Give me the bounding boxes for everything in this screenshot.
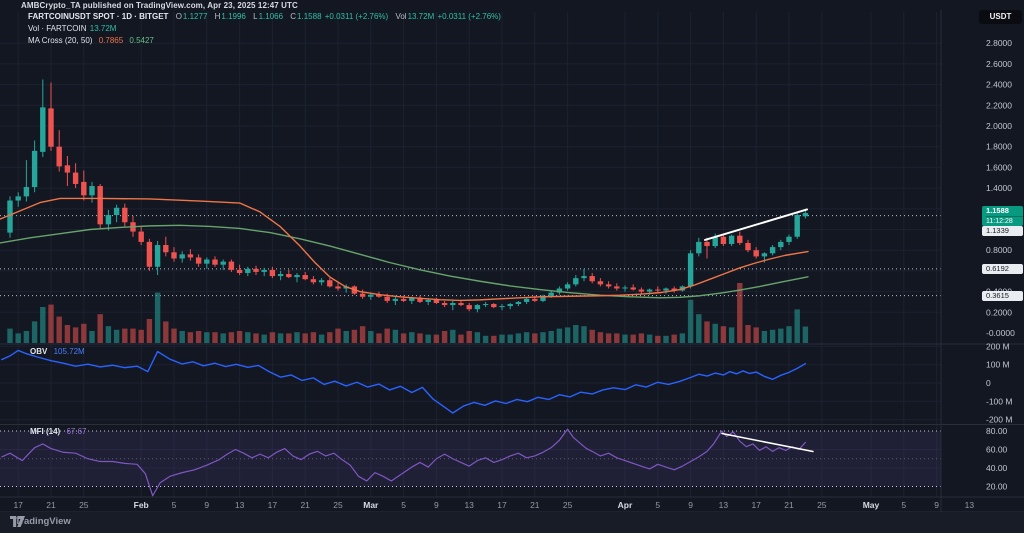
svg-text:2.4000: 2.4000	[986, 80, 1012, 90]
bar-countdown: 11:12:28	[986, 216, 1023, 227]
tradingview-chart-window: 2.8000 2.6000 2.4000 2.2000 2.0000 1.8000 1.60…	[0, 0, 1024, 533]
svg-text:9: 9	[434, 500, 439, 510]
footer-strip	[0, 512, 1024, 533]
svg-text:25: 25	[333, 500, 343, 510]
publish-text: AMBCrypto_TA published on TradingView.co…	[21, 1, 298, 10]
open-label: O	[176, 12, 182, 21]
svg-text:2.2000: 2.2000	[986, 100, 1012, 110]
currency-label: USDT	[990, 12, 1012, 21]
svg-text:40.00: 40.00	[986, 463, 1008, 473]
svg-text:2.8000: 2.8000	[986, 38, 1012, 48]
svg-text:0.2000: 0.2000	[986, 307, 1012, 317]
svg-text:17: 17	[13, 500, 23, 510]
svg-text:0: 0	[986, 378, 991, 388]
open-value: 1.1277	[183, 12, 207, 21]
svg-text:Feb: Feb	[134, 500, 149, 510]
change-value-2: +0.0311 (+2.76%)	[437, 12, 500, 21]
volume-indicator-value: 13.72M	[90, 24, 117, 33]
obv-legend-row[interactable]: OBV 105.72M	[30, 347, 85, 356]
svg-text:9: 9	[934, 500, 939, 510]
svg-text:60.00: 60.00	[986, 445, 1008, 455]
svg-text:13: 13	[719, 500, 729, 510]
svg-text:1.4000: 1.4000	[986, 183, 1012, 193]
low-label: L	[253, 12, 257, 21]
svg-text:-100 M: -100 M	[986, 396, 1012, 406]
chart-canvas[interactable]: 2.8000 2.6000 2.4000 2.2000 2.0000 1.8000 1.60…	[0, 0, 1024, 533]
high-value: 1.1996	[221, 12, 245, 21]
svg-text:21: 21	[784, 500, 794, 510]
svg-text:13: 13	[235, 500, 245, 510]
svg-text:21: 21	[46, 500, 56, 510]
svg-text:9: 9	[204, 500, 209, 510]
volume-value: 13.72M	[408, 12, 435, 21]
svg-text:200 M: 200 M	[986, 341, 1010, 351]
svg-text:-0.0000: -0.0000	[986, 328, 1015, 338]
price-line-badge-2: 0.6192	[982, 264, 1023, 274]
svg-text:1.6000: 1.6000	[986, 162, 1012, 172]
svg-text:17: 17	[268, 500, 278, 510]
svg-text:May: May	[863, 500, 880, 510]
volume-legend-row[interactable]: Vol · FARTCOIN 13.72M	[28, 24, 116, 33]
svg-text:9: 9	[688, 500, 693, 510]
change-value: +0.0311 (+2.76%)	[325, 12, 388, 21]
svg-text:2.6000: 2.6000	[986, 59, 1012, 69]
mfi-title: MFI (14)	[30, 427, 60, 436]
svg-text:Mar: Mar	[363, 500, 379, 510]
svg-text:25: 25	[817, 500, 827, 510]
price-line-badge-3: 0.3615	[982, 291, 1023, 301]
mfi-value: 67.67	[66, 427, 86, 436]
last-price-value: 1.1588	[986, 206, 1023, 216]
svg-text:13: 13	[464, 500, 474, 510]
currency-toggle-button[interactable]: USDT	[979, 10, 1022, 24]
low-value: 1.1066	[259, 12, 283, 21]
svg-text:2.0000: 2.0000	[986, 121, 1012, 131]
symbol-legend-row[interactable]: FARTCOINUSDT SPOT · 1D · BITGET O1.1277 …	[28, 12, 501, 21]
svg-text:5: 5	[901, 500, 906, 510]
ma-fast-value: 0.7865	[99, 36, 123, 45]
svg-text:25: 25	[79, 500, 89, 510]
svg-text:13: 13	[965, 500, 975, 510]
svg-text:100 M: 100 M	[986, 360, 1010, 370]
tradingview-brand-link[interactable]: TradingView	[10, 516, 71, 527]
mfi-legend-row[interactable]: MFI (14) 67.67	[30, 427, 87, 436]
obv-title: OBV	[30, 347, 47, 356]
svg-text:17: 17	[751, 500, 761, 510]
ma-cross-legend-row[interactable]: MA Cross (20, 50) 0.7865 0.5427	[28, 36, 154, 45]
svg-text:5: 5	[172, 500, 177, 510]
svg-text:80.00: 80.00	[986, 426, 1008, 436]
volume-indicator-title: Vol · FARTCOIN	[28, 24, 87, 33]
svg-text:20.00: 20.00	[986, 482, 1008, 492]
ma-cross-title: MA Cross (20, 50)	[28, 36, 92, 45]
svg-text:21: 21	[530, 500, 540, 510]
svg-text:25: 25	[563, 500, 573, 510]
last-price-badge: 1.1588 11:12:28	[982, 206, 1023, 226]
svg-text:0.8000: 0.8000	[986, 245, 1012, 255]
volume-label: Vol	[395, 12, 406, 21]
ma-slow-value: 0.5427	[129, 36, 153, 45]
svg-text:17: 17	[497, 500, 507, 510]
svg-text:5: 5	[401, 500, 406, 510]
svg-text:1.8000: 1.8000	[986, 142, 1012, 152]
close-label: C	[290, 12, 296, 21]
publish-header: AMBCrypto_TA published on TradingView.co…	[21, 1, 298, 10]
price-line-badge-1: 1.1339	[982, 226, 1023, 236]
close-value: 1.1588	[297, 12, 321, 21]
svg-text:5: 5	[655, 500, 660, 510]
symbol-title: FARTCOINUSDT SPOT · 1D · BITGET	[28, 12, 168, 21]
high-label: H	[215, 12, 221, 21]
svg-text:-200 M: -200 M	[986, 415, 1012, 425]
svg-text:21: 21	[300, 500, 310, 510]
svg-text:Apr: Apr	[618, 500, 633, 510]
obv-value: 105.72M	[54, 347, 85, 356]
